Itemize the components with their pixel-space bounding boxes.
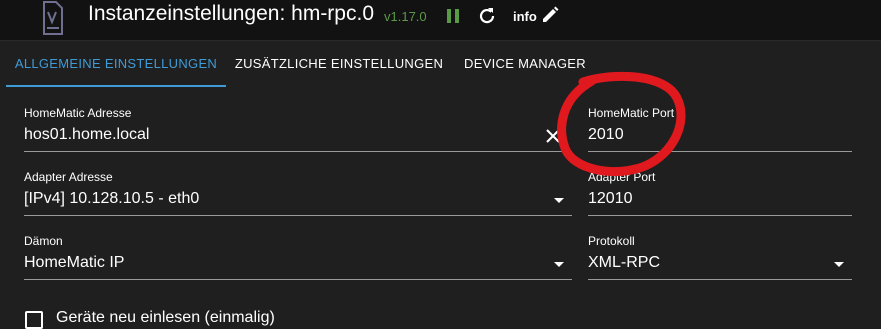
protocol-value[interactable]: XML-RPC	[588, 254, 660, 272]
homematic-address-field[interactable]: HomeMatic Adresse hos01.home.local	[24, 106, 572, 156]
adapter-logo-icon	[43, 1, 63, 35]
adapter-port-field[interactable]: Adapter Port 12010	[588, 170, 852, 220]
daemon-label: Dämon	[24, 234, 63, 248]
adapter-port-input[interactable]: 12010	[588, 190, 633, 208]
page-title: Instanzeinstellungen: hm-rpc.0	[88, 2, 374, 25]
adapter-address-select[interactable]: Adapter Adresse [IPv4] 10.128.10.5 - eth…	[24, 170, 572, 220]
instance-settings-header: Instanzeinstellungen: hm-rpc.0 v1.17.0 i…	[0, 0, 881, 41]
homematic-address-underline	[24, 151, 572, 152]
protocol-select[interactable]: Protokoll XML-RPC	[588, 234, 852, 284]
info-label: info	[513, 9, 537, 24]
chevron-down-icon[interactable]	[834, 262, 844, 267]
adapter-address-underline	[24, 215, 572, 216]
chevron-down-icon[interactable]	[554, 198, 564, 203]
daemon-select[interactable]: Dämon HomeMatic IP	[24, 234, 572, 284]
daemon-value[interactable]: HomeMatic IP	[24, 254, 124, 272]
tab-general-settings[interactable]: ALLGEMEINE EINSTELLUNGEN	[6, 41, 226, 88]
protocol-label: Protokoll	[588, 234, 635, 248]
daemon-underline	[24, 279, 572, 280]
edit-icon[interactable]	[541, 6, 559, 24]
reload-devices-label: Geräte neu einlesen (einmalig)	[56, 309, 275, 326]
homematic-port-field[interactable]: HomeMatic Port 2010	[588, 106, 852, 156]
homematic-port-input[interactable]: 2010	[588, 126, 624, 144]
chevron-down-icon[interactable]	[554, 262, 564, 267]
settings-tabs: ALLGEMEINE EINSTELLUNGEN ZUSÄTZLICHE EIN…	[0, 41, 881, 88]
reload-icon[interactable]	[477, 6, 497, 26]
active-tab-indicator	[6, 85, 226, 87]
adapter-port-label: Adapter Port	[588, 170, 656, 184]
pause-icon[interactable]	[445, 7, 461, 25]
homematic-address-input[interactable]: hos01.home.local	[24, 126, 149, 144]
reload-devices-checkbox[interactable]	[25, 311, 43, 329]
homematic-port-underline	[588, 151, 852, 152]
homematic-port-label: HomeMatic Port	[588, 106, 675, 120]
tab-device-manager[interactable]: DEVICE MANAGER	[456, 41, 594, 88]
adapter-address-label: Adapter Adresse	[24, 170, 113, 184]
homematic-address-label: HomeMatic Adresse	[24, 106, 132, 120]
adapter-address-value[interactable]: [IPv4] 10.128.10.5 - eth0	[24, 190, 199, 208]
tab-additional-settings[interactable]: ZUSÄTZLICHE EINSTELLUNGEN	[232, 41, 446, 88]
protocol-underline	[588, 279, 852, 280]
adapter-port-underline	[588, 215, 852, 216]
version-label: v1.17.0	[384, 9, 427, 24]
clear-icon[interactable]	[544, 127, 562, 145]
